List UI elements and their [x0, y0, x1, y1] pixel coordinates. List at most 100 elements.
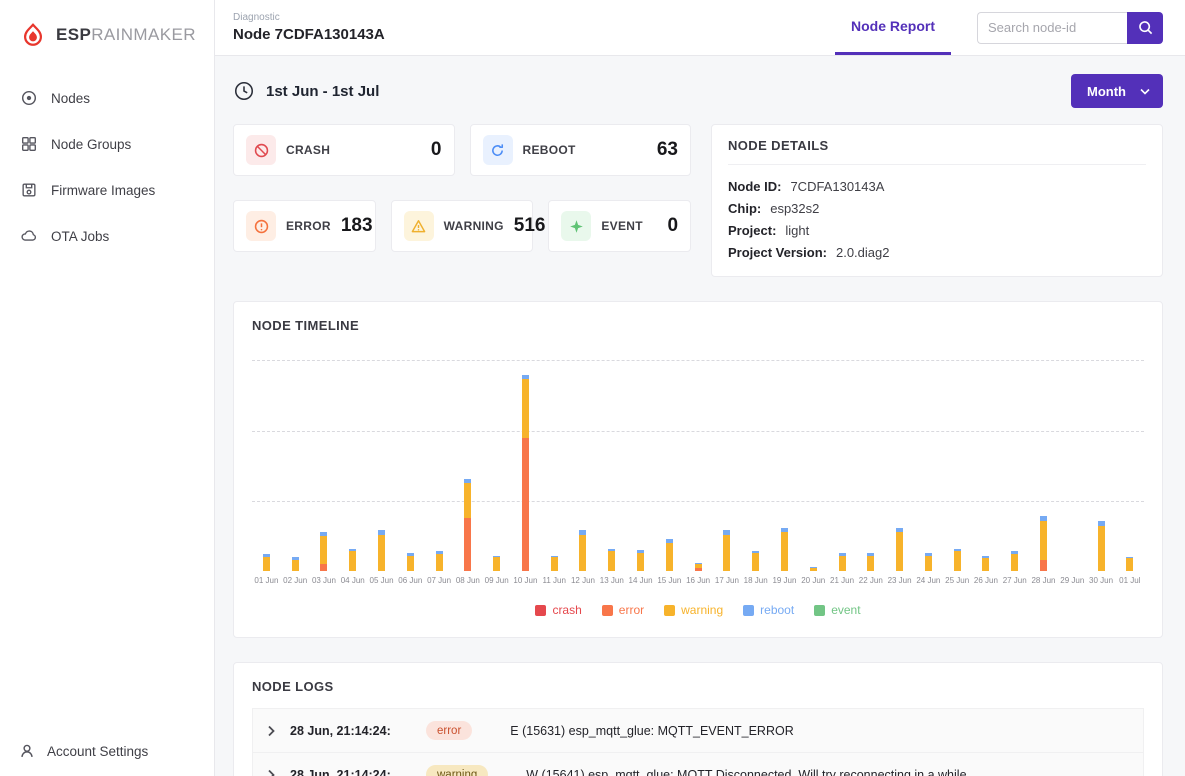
- detail-value: 2.0.diag2: [836, 245, 890, 260]
- legend-item-crash[interactable]: crash: [535, 603, 581, 617]
- stacked-bar[interactable]: [839, 553, 846, 571]
- stacked-bar[interactable]: [551, 556, 558, 571]
- log-row[interactable]: 28 Jun, 21:14:24:errorE (15631) esp_mqtt…: [252, 708, 1144, 753]
- node-details-title: NODE DETAILS: [728, 138, 1146, 165]
- stacked-bar[interactable]: [723, 530, 730, 571]
- stacked-bar[interactable]: [493, 556, 500, 571]
- chart-slot-19-jun: [770, 361, 799, 571]
- sidebar-item-account-settings[interactable]: Account Settings: [0, 726, 214, 776]
- sidebar-item-ota-jobs[interactable]: OTA Jobs: [10, 216, 204, 256]
- log-row[interactable]: 28 Jun, 21:14:24:warningW (15641) esp_mq…: [252, 753, 1144, 776]
- stacked-bar[interactable]: [752, 551, 759, 571]
- stacked-bar[interactable]: [810, 567, 817, 571]
- stacked-bar[interactable]: [954, 549, 961, 571]
- chart-slot-26-jun: [972, 361, 1001, 571]
- stacked-bar[interactable]: [666, 539, 673, 571]
- legend-item-warning[interactable]: warning: [664, 603, 723, 617]
- stacked-bar[interactable]: [695, 563, 702, 571]
- chevron-down-icon: [1140, 88, 1150, 95]
- stacked-bar[interactable]: [867, 553, 874, 571]
- search-input[interactable]: [977, 12, 1127, 44]
- log-level-badge: warning: [426, 765, 488, 776]
- stacked-bar[interactable]: [1126, 557, 1133, 571]
- bar-segment-warning: [579, 535, 586, 571]
- rainmaker-flame-icon: [18, 22, 48, 48]
- node-search: [977, 12, 1163, 44]
- detail-label: Project:: [728, 223, 776, 238]
- stacked-bar[interactable]: [378, 530, 385, 571]
- stacked-bar[interactable]: [781, 528, 788, 571]
- brand-name: ESPRAINMAKER: [56, 25, 196, 45]
- chart-slot-24-jun: [914, 361, 943, 571]
- sidebar-item-firmware-images[interactable]: Firmware Images: [10, 170, 204, 210]
- stacked-bar[interactable]: [349, 549, 356, 571]
- x-tick-label: 30 Jun: [1087, 576, 1116, 585]
- clock-icon: [233, 80, 255, 102]
- page-title: Node 7CDFA130143A: [233, 26, 385, 43]
- stacked-bar[interactable]: [608, 549, 615, 571]
- stacked-bar[interactable]: [579, 530, 586, 571]
- sidebar-item-label: Node Groups: [51, 137, 131, 152]
- node-logs-list: 28 Jun, 21:14:24:errorE (15631) esp_mqtt…: [252, 708, 1144, 776]
- stacked-bar[interactable]: [925, 553, 932, 571]
- sidebar-item-label: Nodes: [51, 91, 90, 106]
- x-tick-label: 13 Jun: [597, 576, 626, 585]
- chart-slot-21-jun: [828, 361, 857, 571]
- bar-segment-warning: [781, 532, 788, 571]
- tab-node-report[interactable]: Node Report: [835, 0, 951, 55]
- account-icon: [18, 742, 36, 760]
- chart-bars: [252, 361, 1144, 571]
- stacked-bar[interactable]: [292, 557, 299, 571]
- stacked-bar[interactable]: [637, 550, 644, 571]
- stacked-bar[interactable]: [982, 556, 989, 571]
- bar-segment-warning: [896, 532, 903, 571]
- brand-name-light: RAINMAKER: [91, 25, 196, 44]
- legend-item-event[interactable]: event: [814, 603, 860, 617]
- ota-jobs-icon: [20, 227, 38, 245]
- detail-row: Project:light: [728, 219, 1146, 241]
- chart-slot-07-jun: [425, 361, 454, 571]
- reboot-icon: [483, 135, 513, 165]
- timeline-chart: [252, 361, 1144, 571]
- bar-segment-warning: [436, 554, 443, 571]
- x-tick-label: 01 Jun: [252, 576, 281, 585]
- x-tick-label: 16 Jun: [684, 576, 713, 585]
- chart-slot-30-jun: [1087, 361, 1116, 571]
- stat-value: 183: [341, 215, 373, 237]
- stacked-bar[interactable]: [320, 532, 327, 571]
- stacked-bar[interactable]: [263, 554, 270, 571]
- x-tick-label: 28 Jun: [1029, 576, 1058, 585]
- stacked-bar[interactable]: [1040, 516, 1047, 571]
- sidebar-item-node-groups[interactable]: Node Groups: [10, 124, 204, 164]
- chart-slot-03-jun: [310, 361, 339, 571]
- x-tick-label: 02 Jun: [281, 576, 310, 585]
- chevron-right-icon[interactable]: [267, 769, 276, 776]
- x-tick-label: 19 Jun: [770, 576, 799, 585]
- stacked-bar[interactable]: [436, 551, 443, 571]
- bar-segment-warning: [378, 535, 385, 571]
- main-area: Diagnostic Node 7CDFA130143A Node Report…: [215, 0, 1185, 776]
- stacked-bar[interactable]: [1098, 521, 1105, 571]
- stat-card-error: ERROR183: [233, 200, 376, 252]
- legend-item-reboot[interactable]: reboot: [743, 603, 794, 617]
- stacked-bar[interactable]: [896, 528, 903, 571]
- stat-value: 516: [514, 215, 546, 237]
- chart-slot-28-jun: [1029, 361, 1058, 571]
- stacked-bar[interactable]: [1011, 551, 1018, 571]
- period-select-button[interactable]: Month: [1071, 74, 1163, 108]
- stacked-bar[interactable]: [407, 553, 414, 571]
- bar-segment-warning: [954, 551, 961, 571]
- detail-row: Project Version:2.0.diag2: [728, 241, 1146, 263]
- chevron-right-icon[interactable]: [267, 725, 276, 737]
- bar-segment-warning: [263, 557, 270, 571]
- x-tick-label: 29 Jun: [1058, 576, 1087, 585]
- search-button[interactable]: [1127, 12, 1163, 44]
- chart-slot-27-jun: [1000, 361, 1029, 571]
- legend-item-error[interactable]: error: [602, 603, 644, 617]
- stacked-bar[interactable]: [522, 375, 529, 571]
- brand-logo[interactable]: ESPRAINMAKER: [0, 0, 214, 78]
- bar-segment-warning: [810, 568, 817, 571]
- stacked-bar[interactable]: [464, 479, 471, 571]
- sidebar-item-nodes[interactable]: Nodes: [10, 78, 204, 118]
- bar-segment-warning: [867, 556, 874, 571]
